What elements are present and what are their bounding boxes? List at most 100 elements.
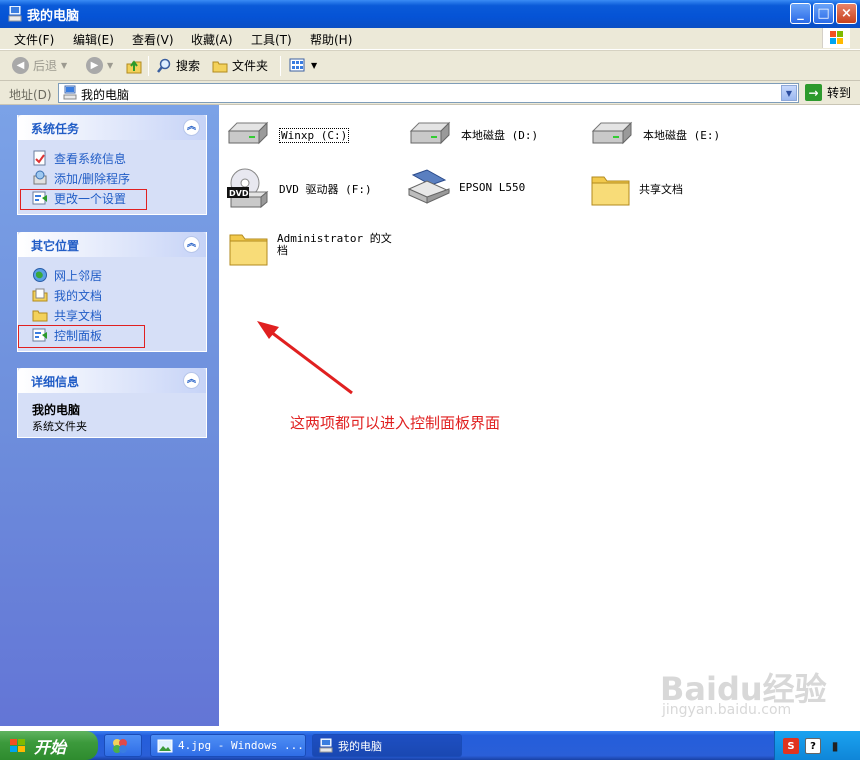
administrator-documents-label: Administrator 的文档 xyxy=(277,232,392,257)
close-button[interactable]: × xyxy=(836,3,857,24)
menu-bar: 文件(F) 编辑(E) 查看(V) 收藏(A) 工具(T) 帮助(H) xyxy=(0,28,860,50)
menu-edit[interactable]: 编辑(E) xyxy=(73,31,114,48)
views-dropdown-icon: ▼ xyxy=(311,60,318,70)
details-panel: 详细信息 ︽ 我的电脑 系统文件夹 xyxy=(17,368,207,438)
address-input[interactable]: 我的电脑 ▼ xyxy=(58,83,799,103)
drive-d-label: 本地磁盘 (D:) xyxy=(461,129,539,142)
maximize-button[interactable]: □ xyxy=(813,3,834,24)
collapse-icon[interactable]: ︽ xyxy=(183,236,200,253)
system-tasks-header[interactable]: 系统任务 ︽ xyxy=(18,115,206,140)
search-button[interactable]: 搜索 xyxy=(156,57,200,74)
folder-icon xyxy=(591,176,630,206)
start-button[interactable]: 开始 xyxy=(0,731,98,760)
drive-f-label: DVD 驱动器 (F:) xyxy=(279,183,372,196)
network-places-link[interactable]: 网上邻居 xyxy=(32,265,206,285)
minimize-icon: _ xyxy=(797,6,804,21)
folders-button[interactable]: 文件夹 xyxy=(212,57,268,74)
quick-launch-button[interactable] xyxy=(104,734,142,757)
menu-help[interactable]: 帮助(H) xyxy=(310,31,352,48)
taskbar-item-label: 4.jpg - Windows ... xyxy=(178,739,304,752)
window-title: 我的电脑 xyxy=(27,9,80,24)
my-documents-link[interactable]: 我的文档 xyxy=(32,285,206,305)
back-button[interactable]: ◀ 后退 ▼ xyxy=(12,57,67,74)
image-file-icon xyxy=(157,739,173,752)
shared-documents-label: 共享文档 xyxy=(54,308,103,323)
hard-drive-icon xyxy=(409,121,451,145)
menu-view[interactable]: 查看(V) xyxy=(132,31,174,48)
epson-scanner[interactable]: EPSON L550 xyxy=(405,169,525,205)
menu-file[interactable]: 文件(F) xyxy=(14,31,54,48)
network-places-label: 网上邻居 xyxy=(54,268,103,283)
forward-dropdown-icon: ▼ xyxy=(107,61,114,70)
back-label: 后退 xyxy=(33,59,58,73)
watermark-url: jingyan.baidu.com xyxy=(662,702,792,718)
drive-c-label: Winxp (C:) xyxy=(279,127,350,143)
shared-documents-link[interactable]: 共享文档 xyxy=(32,305,206,325)
address-label: 地址(D) xyxy=(9,88,52,102)
taskbar-item-image-viewer[interactable]: 4.jpg - Windows ... xyxy=(150,734,306,757)
drive-c[interactable]: Winxp (C:) xyxy=(225,121,350,149)
hard-drive-icon xyxy=(227,121,269,145)
shared-documents-folder-label: 共享文档 xyxy=(639,183,683,196)
collapse-icon[interactable]: ︽ xyxy=(183,119,200,136)
red-arrow-icon xyxy=(257,321,353,395)
folders-label: 文件夹 xyxy=(232,59,269,73)
address-bar: 地址(D) 我的电脑 ▼ → 转到 xyxy=(0,81,860,105)
views-button[interactable]: ▼ xyxy=(289,57,317,73)
details-title: 详细信息 xyxy=(31,375,80,389)
taskbar-item-my-computer[interactable]: 我的电脑 xyxy=(312,734,462,757)
add-remove-programs-label: 添加/删除程序 xyxy=(54,171,131,186)
view-system-info-link[interactable]: 查看系统信息 xyxy=(32,148,206,168)
maximize-icon: □ xyxy=(817,6,830,21)
toolbar: ◀ 后退 ▼ ▶ ▼ 搜索 文件夹 ▼ xyxy=(0,50,860,81)
address-dropdown-icon[interactable]: ▼ xyxy=(781,85,797,101)
drive-d[interactable]: 本地磁盘 (D:) xyxy=(407,121,538,149)
up-folder-button[interactable] xyxy=(125,57,143,75)
my-documents-label: 我的文档 xyxy=(54,288,103,303)
system-tasks-title: 系统任务 xyxy=(31,122,80,136)
network-icon xyxy=(33,268,47,282)
hard-drive-icon xyxy=(591,121,633,145)
help-icon[interactable]: ? xyxy=(805,738,821,754)
title-bar[interactable]: 我的电脑 _ □ × xyxy=(0,0,860,28)
start-label: 开始 xyxy=(34,737,67,757)
up-folder-icon xyxy=(126,60,142,74)
forward-arrow-icon: ▶ xyxy=(86,57,103,74)
drive-e-label: 本地磁盘 (E:) xyxy=(643,129,721,142)
views-icon xyxy=(289,58,305,72)
forward-button[interactable]: ▶ ▼ xyxy=(86,57,113,74)
close-icon: × xyxy=(841,6,852,21)
drive-f[interactable]: DVD DVD 驱动器 (F:) xyxy=(225,167,372,211)
toolbar-separator xyxy=(148,56,149,76)
folder-icon xyxy=(229,234,268,266)
taskbar: 开始 4.jpg - Windows ... 我的电脑 S ? ▮ xyxy=(0,731,860,760)
address-value: 我的电脑 xyxy=(81,88,130,102)
network-status-icon[interactable]: ▮ xyxy=(827,738,843,754)
details-name: 我的电脑 xyxy=(32,403,81,417)
go-button[interactable]: → 转到 xyxy=(805,84,851,101)
scanner-icon xyxy=(407,169,451,204)
details-type: 系统文件夹 xyxy=(32,420,87,433)
collapse-icon[interactable]: ︽ xyxy=(183,372,200,389)
toolbar-separator xyxy=(280,56,281,76)
minimize-button[interactable]: _ xyxy=(790,3,811,24)
drive-e[interactable]: 本地磁盘 (E:) xyxy=(589,121,720,149)
shared-documents-folder[interactable]: 共享文档 xyxy=(589,169,683,209)
details-header[interactable]: 详细信息 ︽ xyxy=(18,368,206,393)
sogou-input-icon[interactable]: S xyxy=(783,738,799,754)
other-places-header[interactable]: 其它位置 ︽ xyxy=(18,232,206,257)
menu-tools[interactable]: 工具(T) xyxy=(251,31,292,48)
search-label: 搜索 xyxy=(176,59,201,73)
administrator-documents-folder[interactable]: Administrator 的文档 xyxy=(227,225,397,269)
baidu-watermark: Baidu经验 jingyan.baidu.com xyxy=(660,664,827,718)
annotation-text: 这两项都可以进入控制面板界面 xyxy=(290,414,501,432)
back-arrow-icon: ◀ xyxy=(12,57,29,74)
highlight-box xyxy=(18,325,145,348)
dvd-drive-icon: DVD xyxy=(227,168,269,209)
app-quick-launch-icon xyxy=(113,738,127,753)
search-icon xyxy=(157,58,171,73)
add-remove-programs-link[interactable]: 添加/删除程序 xyxy=(32,168,206,188)
documents-icon xyxy=(32,288,48,302)
go-label: 转到 xyxy=(827,86,852,100)
menu-favorites[interactable]: 收藏(A) xyxy=(191,31,233,48)
